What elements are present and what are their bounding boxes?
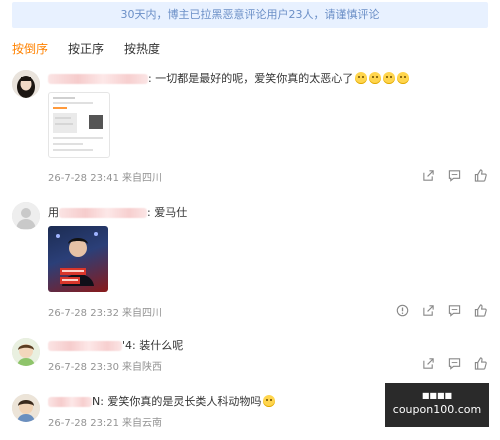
comment-meta: 26-7-28 23:30 来自陕西 <box>48 358 162 373</box>
comment-text: : 爱笑你真的是灵长类人科动物吗 <box>100 395 262 408</box>
emoji-icon <box>369 72 382 84</box>
comment-location: 来自四川 <box>122 308 163 319</box>
comment-actions <box>396 304 490 318</box>
report-icon[interactable] <box>396 304 409 317</box>
comment-text: : 装什么呢 <box>132 339 184 352</box>
comment-icon[interactable] <box>448 169 461 182</box>
username[interactable]: '4 <box>122 339 132 352</box>
avatar[interactable] <box>12 394 40 422</box>
watermark-site: coupon100.com <box>392 403 482 416</box>
comment-location: 来自陕西 <box>122 362 163 373</box>
like-icon[interactable] <box>474 304 487 317</box>
comment-icon[interactable] <box>448 304 461 317</box>
share-icon[interactable] <box>422 304 435 317</box>
username-redacted[interactable] <box>48 74 148 84</box>
username-redacted[interactable] <box>48 397 92 407</box>
tab-sort-hot[interactable]: 按热度 <box>124 40 160 57</box>
comment-time: 26-7-28 23:41 <box>48 173 120 184</box>
tab-sort-latest[interactable]: 按倒序 <box>12 40 48 57</box>
username[interactable]: 用 <box>48 206 59 219</box>
comment-actions <box>420 169 490 183</box>
watermark-top: ■■■■ <box>421 391 453 400</box>
emoji-icon <box>355 72 368 84</box>
comment-line: : 一切都是最好的呢，爱笑你真的太恶心了 <box>48 72 410 86</box>
comment-image-photo[interactable] <box>48 226 108 292</box>
comment-text: : 一切都是最好的呢，爱笑你真的太恶心了 <box>148 72 354 85</box>
comment-meta: 26-7-28 23:32 来自四川 <box>48 304 162 319</box>
username-redacted[interactable] <box>48 341 122 351</box>
avatar[interactable] <box>12 202 40 230</box>
comment-item: : 一切都是最好的呢，爱笑你真的太恶心了 26-7-28 23:41 来自四川 <box>0 68 500 184</box>
emoji-icon <box>263 395 276 407</box>
comment-line: 用 : 爱马仕 <box>48 206 187 220</box>
watermark: ■■■■ coupon100.com <box>385 383 489 427</box>
comment-text: : 爱马仕 <box>147 206 188 219</box>
share-icon[interactable] <box>422 357 435 370</box>
comment-image-screenshot[interactable] <box>48 92 110 158</box>
comment-line: N: 爱笑你真的是灵长类人科动物吗 <box>48 395 276 409</box>
like-icon[interactable] <box>474 169 487 182</box>
comment-actions <box>420 357 490 371</box>
avatar[interactable] <box>12 70 40 98</box>
username[interactable]: N <box>92 395 100 408</box>
emoji-icon <box>397 72 410 84</box>
share-icon[interactable] <box>422 169 435 182</box>
username-redacted[interactable] <box>59 208 147 218</box>
comment-meta: 26-7-28 23:41 来自四川 <box>48 169 162 184</box>
comment-item: '4: 装什么呢 26-7-28 23:30 来自陕西 <box>0 336 500 376</box>
emoji-icon <box>383 72 396 84</box>
avatar[interactable] <box>12 338 40 366</box>
comment-location: 来自四川 <box>122 173 163 184</box>
comment-meta: 26-7-28 23:21 来自云南 <box>48 414 162 429</box>
comment-icon[interactable] <box>448 357 461 370</box>
comment-line: '4: 装什么呢 <box>48 339 183 353</box>
tab-sort-earliest[interactable]: 按正序 <box>68 40 104 57</box>
blacklist-notice: 30天内，博主已拉黑恶意评论用户23人，请谨慎评论 <box>12 2 488 28</box>
like-icon[interactable] <box>474 357 487 370</box>
comment-item: 用 : 爱马仕 26-7-28 23:32 来自四川 <box>0 202 500 320</box>
comment-time: 26-7-28 23:30 <box>48 362 120 373</box>
comment-time: 26-7-28 23:32 <box>48 308 120 319</box>
comment-location: 来自云南 <box>122 418 163 429</box>
comment-time: 26-7-28 23:21 <box>48 418 120 429</box>
